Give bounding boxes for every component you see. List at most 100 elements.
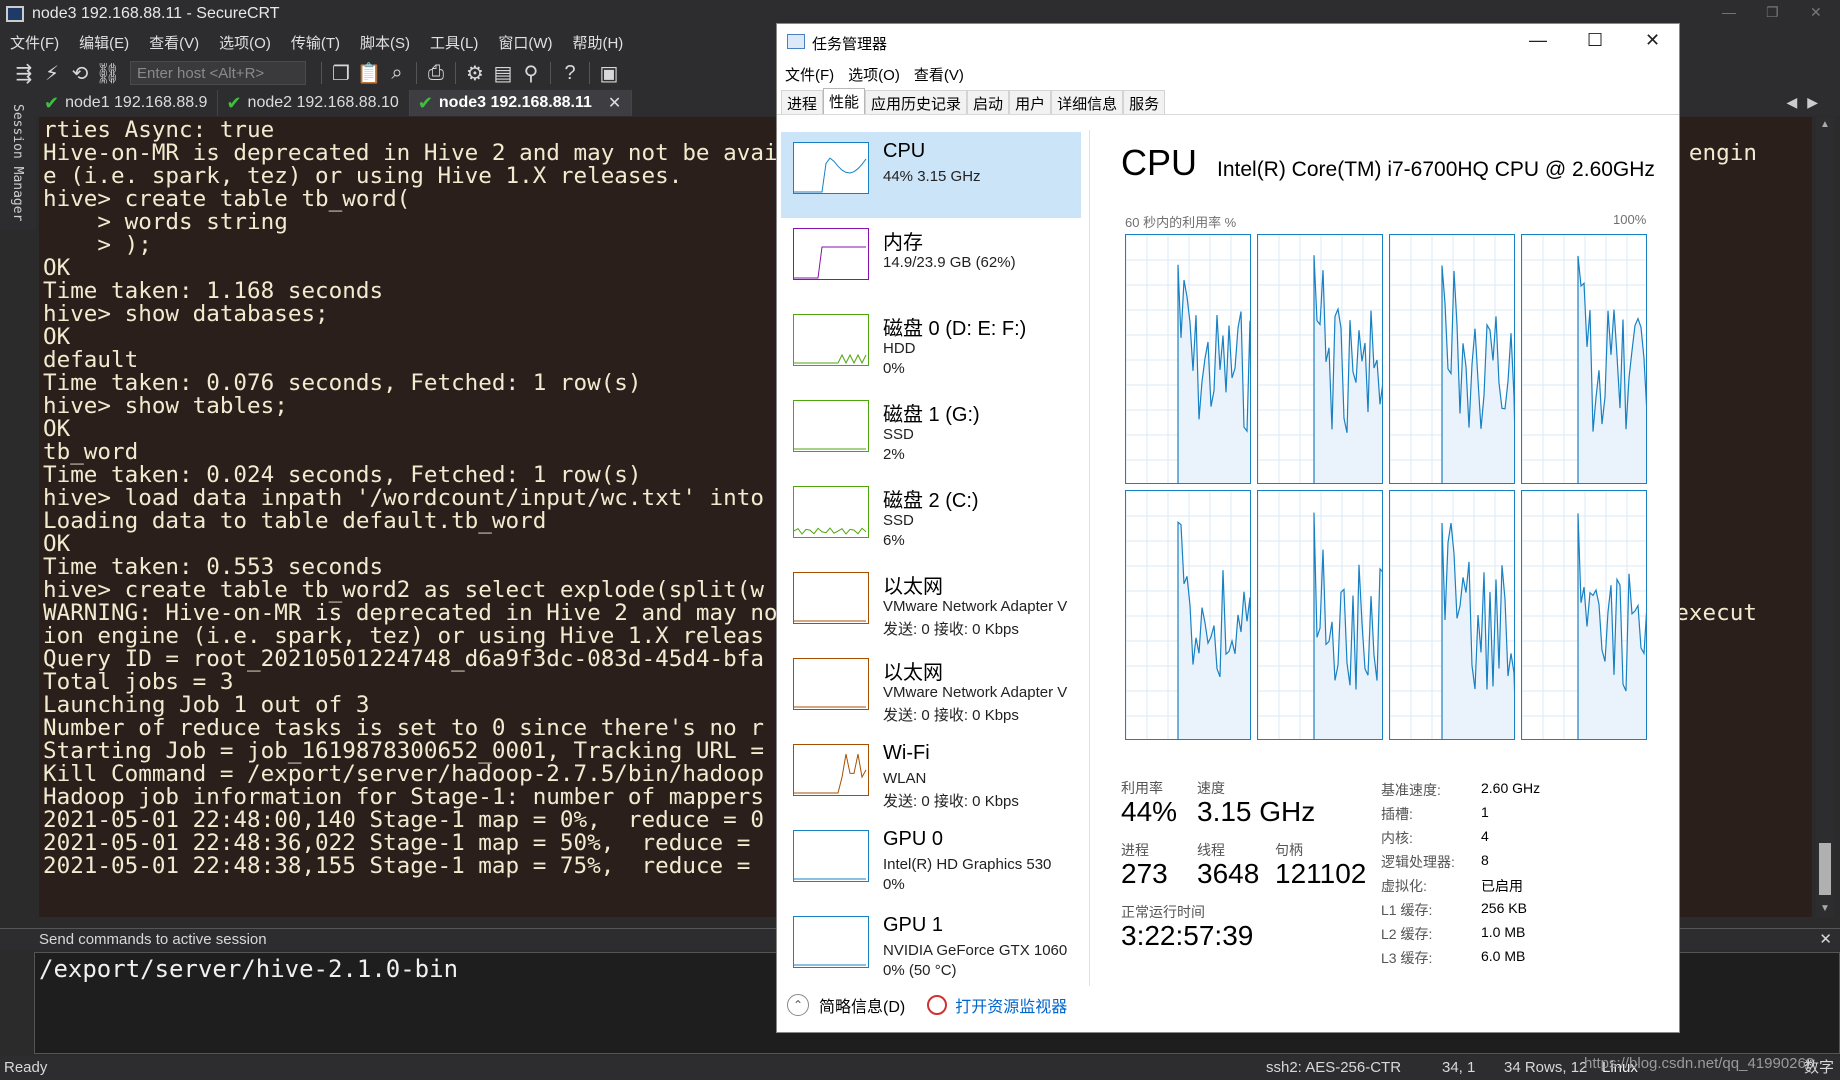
resource-monitor-icon bbox=[927, 995, 948, 1015]
status-bar: Ready ssh2: AES-256-CTR 34, 1 34 Rows, 1… bbox=[0, 1055, 1840, 1080]
resource-disk-2[interactable]: 磁盘 2 (C:) SSD 6% bbox=[781, 476, 1081, 562]
chevron-up-icon[interactable]: ⌃ bbox=[787, 994, 809, 1016]
resource-name: 磁盘 1 (G:) bbox=[883, 404, 980, 426]
tab-node2[interactable]: ✔ node2 192.168.88.10 bbox=[218, 90, 410, 116]
tm-maximize-button[interactable]: ☐ bbox=[1587, 30, 1603, 51]
resource-disk-1[interactable]: 磁盘 1 (G:) SSD 2% bbox=[781, 390, 1081, 476]
resource-name: GPU 1 bbox=[883, 914, 944, 936]
settings-gear-icon[interactable]: ⚙ bbox=[461, 61, 489, 86]
resource-disk-0[interactable]: 磁盘 0 (D: E: F:) HDD 0% bbox=[781, 304, 1081, 390]
tm-menu-options[interactable]: 选项(O) bbox=[848, 64, 900, 85]
menu-view[interactable]: 查看(V) bbox=[149, 32, 199, 53]
scroll-up-icon[interactable]: ▲ bbox=[1820, 119, 1830, 130]
resource-memory[interactable]: 内存 14.9/23.9 GB (62%) bbox=[781, 218, 1081, 304]
terminal-scrollbar[interactable]: ▲ ▼ bbox=[1816, 117, 1834, 917]
connect-icon[interactable]: ⇶ bbox=[10, 61, 38, 86]
resource-ethernet-2[interactable]: 以太网 VMware Network Adapter V 发送: 0 接收: 0… bbox=[781, 648, 1081, 734]
processes-value: 273 bbox=[1121, 858, 1168, 889]
tab-performance[interactable]: 性能 bbox=[823, 88, 866, 114]
tm-window-title: 任务管理器 bbox=[812, 36, 888, 53]
toolbar-separator bbox=[321, 62, 322, 84]
crt-restore-button[interactable]: ❐ bbox=[1766, 4, 1779, 21]
resource-list: CPU 44% 3.15 GHz 内存 14.9/23.9 GB (62%) 磁… bbox=[781, 132, 1081, 992]
tab-details[interactable]: 详细信息 bbox=[1051, 90, 1124, 114]
tm-menu-view[interactable]: 查看(V) bbox=[914, 64, 964, 85]
mini-graph bbox=[793, 658, 869, 710]
resource-detail-2: 发送: 0 接收: 0 Kbps bbox=[883, 793, 1019, 810]
fewer-details-link[interactable]: 简略信息(D) bbox=[819, 993, 905, 1017]
tab-node3[interactable]: ✔ node3 192.168.88.11 ✕ bbox=[409, 90, 633, 116]
find-icon[interactable]: ⌕ bbox=[383, 62, 411, 85]
resource-wifi[interactable]: Wi-Fi WLAN 发送: 0 接收: 0 Kbps bbox=[781, 734, 1081, 820]
left-strip bbox=[0, 230, 36, 920]
connected-check-icon: ✔ bbox=[417, 92, 433, 113]
menu-edit[interactable]: 编辑(E) bbox=[79, 32, 129, 53]
mini-graph-line bbox=[794, 753, 867, 794]
core-graph bbox=[1389, 490, 1515, 740]
crt-minimize-button[interactable]: — bbox=[1722, 4, 1736, 20]
tab-node1[interactable]: ✔ node1 192.168.88.9 bbox=[36, 90, 219, 116]
paste-icon[interactable]: 📋 bbox=[355, 61, 383, 86]
resource-ethernet-1[interactable]: 以太网 VMware Network Adapter V 发送: 0 接收: 0… bbox=[781, 562, 1081, 648]
scroll-down-icon[interactable]: ▼ bbox=[1820, 903, 1830, 914]
resource-gpu-0[interactable]: GPU 0 Intel(R) HD Graphics 530 0% bbox=[781, 820, 1081, 906]
copy-icon[interactable]: ❐ bbox=[327, 61, 355, 86]
enter-host-input[interactable]: Enter host <Alt+R> bbox=[130, 61, 306, 85]
menu-tools[interactable]: 工具(L) bbox=[430, 32, 478, 53]
core-usage-line bbox=[1577, 255, 1646, 483]
open-resource-monitor-link[interactable]: 打开资源监视器 bbox=[955, 993, 1067, 1017]
tab-services[interactable]: 服务 bbox=[1123, 90, 1166, 114]
spec-value: 4 bbox=[1481, 828, 1489, 844]
script-icon[interactable]: ▣ bbox=[595, 61, 623, 86]
resource-detail-2: 发送: 0 接收: 0 Kbps bbox=[883, 621, 1019, 638]
session-manager-panel[interactable]: Session Manager bbox=[0, 90, 36, 230]
tab-startup[interactable]: 启动 bbox=[967, 90, 1010, 114]
tab-users[interactable]: 用户 bbox=[1009, 90, 1052, 114]
tm-titlebar: 任务管理器 — ☐ ✕ bbox=[777, 24, 1679, 60]
close-send-bar-icon[interactable]: ✕ bbox=[1819, 929, 1832, 951]
scrollbar-thumb[interactable] bbox=[1819, 843, 1831, 895]
resource-detail-2: 0% bbox=[883, 360, 905, 377]
crt-close-button[interactable]: ✕ bbox=[1810, 4, 1822, 21]
sftp-icon[interactable]: ⚲ bbox=[517, 61, 545, 86]
quick-connect-icon[interactable]: ⚡ bbox=[38, 61, 66, 86]
tm-footer: ⌃ 简略信息(D) 打开资源监视器 bbox=[787, 990, 1667, 1020]
menu-transfer[interactable]: 传输(T) bbox=[291, 32, 340, 53]
tab-label: node2 192.168.88.10 bbox=[247, 94, 399, 111]
mini-graph bbox=[793, 916, 869, 968]
resource-name: GPU 0 bbox=[883, 828, 944, 850]
resource-cpu[interactable]: CPU 44% 3.15 GHz bbox=[781, 132, 1081, 218]
resource-name: 以太网 bbox=[883, 576, 943, 598]
print-icon[interactable]: ⎙ bbox=[422, 62, 450, 85]
tm-menubar: 文件(F) 选项(O) 查看(V) bbox=[785, 64, 978, 85]
resource-name: 磁盘 2 (C:) bbox=[883, 490, 979, 512]
reconnect-icon[interactable]: ⟲ bbox=[66, 61, 94, 86]
help-icon[interactable]: ? bbox=[556, 62, 584, 85]
disconnect-icon[interactable]: ⛓ bbox=[94, 61, 122, 86]
menu-window[interactable]: 窗口(W) bbox=[498, 32, 552, 53]
spec-label: L2 缓存: bbox=[1381, 926, 1433, 942]
util-value: 44% bbox=[1121, 796, 1178, 827]
keymap-icon[interactable]: ▤ bbox=[489, 61, 517, 86]
uptime-label: 正常运行时间 bbox=[1121, 904, 1205, 920]
mini-graph bbox=[793, 486, 869, 538]
tab-app-history[interactable]: 应用历史记录 bbox=[865, 90, 968, 114]
tm-close-button[interactable]: ✕ bbox=[1645, 30, 1660, 51]
menu-file[interactable]: 文件(F) bbox=[10, 32, 59, 53]
send-commands-label: Send commands to active session bbox=[39, 931, 267, 948]
speed-label: 速度 bbox=[1197, 780, 1225, 796]
mini-graph bbox=[793, 400, 869, 452]
tab-scroll-arrows[interactable]: ◀▶ bbox=[1786, 94, 1828, 111]
tm-minimize-button[interactable]: — bbox=[1529, 30, 1547, 51]
spec-value: 6.0 MB bbox=[1481, 948, 1526, 964]
close-tab-icon[interactable]: ✕ bbox=[608, 93, 621, 113]
menu-script[interactable]: 脚本(S) bbox=[360, 32, 410, 53]
menu-options[interactable]: 选项(O) bbox=[219, 32, 271, 53]
tm-menu-file[interactable]: 文件(F) bbox=[785, 64, 834, 85]
resource-gpu-1[interactable]: GPU 1 NVIDIA GeForce GTX 1060 0% (50 °C) bbox=[781, 906, 1081, 992]
toolbar-separator bbox=[416, 62, 417, 84]
mini-graph bbox=[793, 830, 869, 882]
menu-help[interactable]: 帮助(H) bbox=[572, 32, 623, 53]
core-usage-line bbox=[1441, 522, 1514, 739]
tab-processes[interactable]: 进程 bbox=[781, 90, 824, 114]
